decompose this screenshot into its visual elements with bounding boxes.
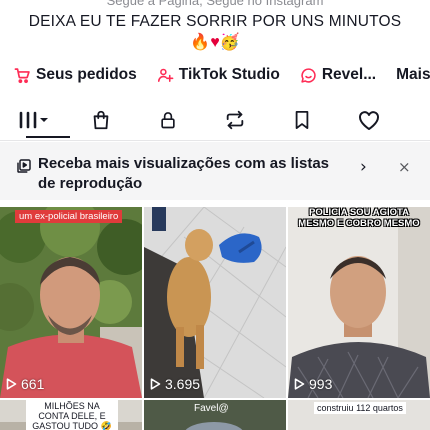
cart-icon [14,67,31,84]
video-thumbnail[interactable]: Favel@ [144,400,286,430]
video-thumbnail[interactable]: 3.695 [144,207,286,398]
playlist-suggestion-banner[interactable]: Receba mais visualizações com as listas … [0,142,430,200]
play-icon [150,378,161,390]
view-count: 661 [6,376,44,392]
video-caption: POLICIA SOU AGIOTA MESMO E COBRO MESMO [298,207,420,229]
tab-reposts[interactable] [201,104,268,140]
party-face-icon: 🥳 [219,34,240,51]
video-thumbnail[interactable]: um ex-policial brasileiro 661 [0,207,142,398]
view-count: 3.695 [150,376,200,392]
more-link-label: Mais [396,66,430,83]
heart-icon [357,109,381,136]
shop-bag-icon [90,109,112,136]
profile-bio: DEIXA EU TE FAZER SORRIR POR UNS MINUTOS [28,13,402,30]
tiktok-studio-label: TikTok Studio [178,66,280,83]
studio-icon [157,67,174,84]
play-icon [6,378,17,390]
close-icon[interactable]: × [398,158,411,176]
video-caption: construiu 112 quartos [314,402,406,414]
bio-emojis: 🔥♥🥳 [0,33,430,53]
tab-favorites[interactable] [268,104,335,140]
video-thumbnail-image [144,207,286,398]
video-thumbnail[interactable]: construiu 112 quartos [288,400,430,430]
revel-link-label: Revel... [321,66,377,83]
tab-videos[interactable] [0,104,67,140]
video-thumbnail-image [0,207,142,398]
chevron-right-icon[interactable]: › [360,157,367,177]
fire-icon: 🔥 [190,34,211,51]
banner-text: Receba mais visualizações com as listas … [38,155,329,192]
chat-smile-icon [300,67,317,84]
tabs-divider [0,140,430,141]
lock-icon [158,109,178,136]
video-thumbnail[interactable]: POLICIA SOU AGIOTA MESMO E COBRO MESMO 9… [288,207,430,398]
video-thumbnail-image [288,207,430,398]
tiktok-studio-link[interactable]: TikTok Studio [157,66,280,84]
bookmark-icon [293,109,311,136]
tab-shop[interactable] [67,104,134,140]
video-caption: Favel@ [194,403,229,414]
view-count-value: 3.695 [165,376,201,392]
profile-links-bar: Seus pedidos TikTok Studio Revel... Mais [14,64,430,86]
play-icon [294,378,305,390]
orders-link[interactable]: Seus pedidos [14,66,137,84]
video-caption: MILHÕES NA CONTA DELE, E GASTOU TUDO 🤣 [26,400,118,430]
active-tab-indicator [26,136,70,138]
revel-link[interactable]: Revel... [300,66,376,84]
bio-line-cut: Segue a Página, Segue no Instagram [106,0,324,8]
profile-tabs [0,104,430,140]
view-count: 993 [294,376,332,392]
heart-emoji-icon: ♥ [210,34,220,51]
tab-private[interactable] [134,104,201,140]
more-link[interactable]: Mais [396,66,430,84]
tab-liked[interactable] [335,104,402,140]
video-thumbnail[interactable]: MILHÕES NA CONTA DELE, E GASTOU TUDO 🤣 [0,400,142,430]
videos-grid-icon [17,110,51,135]
repost-icon [224,109,246,136]
view-count-value: 661 [21,376,45,392]
orders-link-label: Seus pedidos [36,66,137,83]
view-count-value: 993 [309,376,333,392]
playlist-icon [16,158,32,179]
video-caption: um ex-policial brasileiro [15,210,123,223]
